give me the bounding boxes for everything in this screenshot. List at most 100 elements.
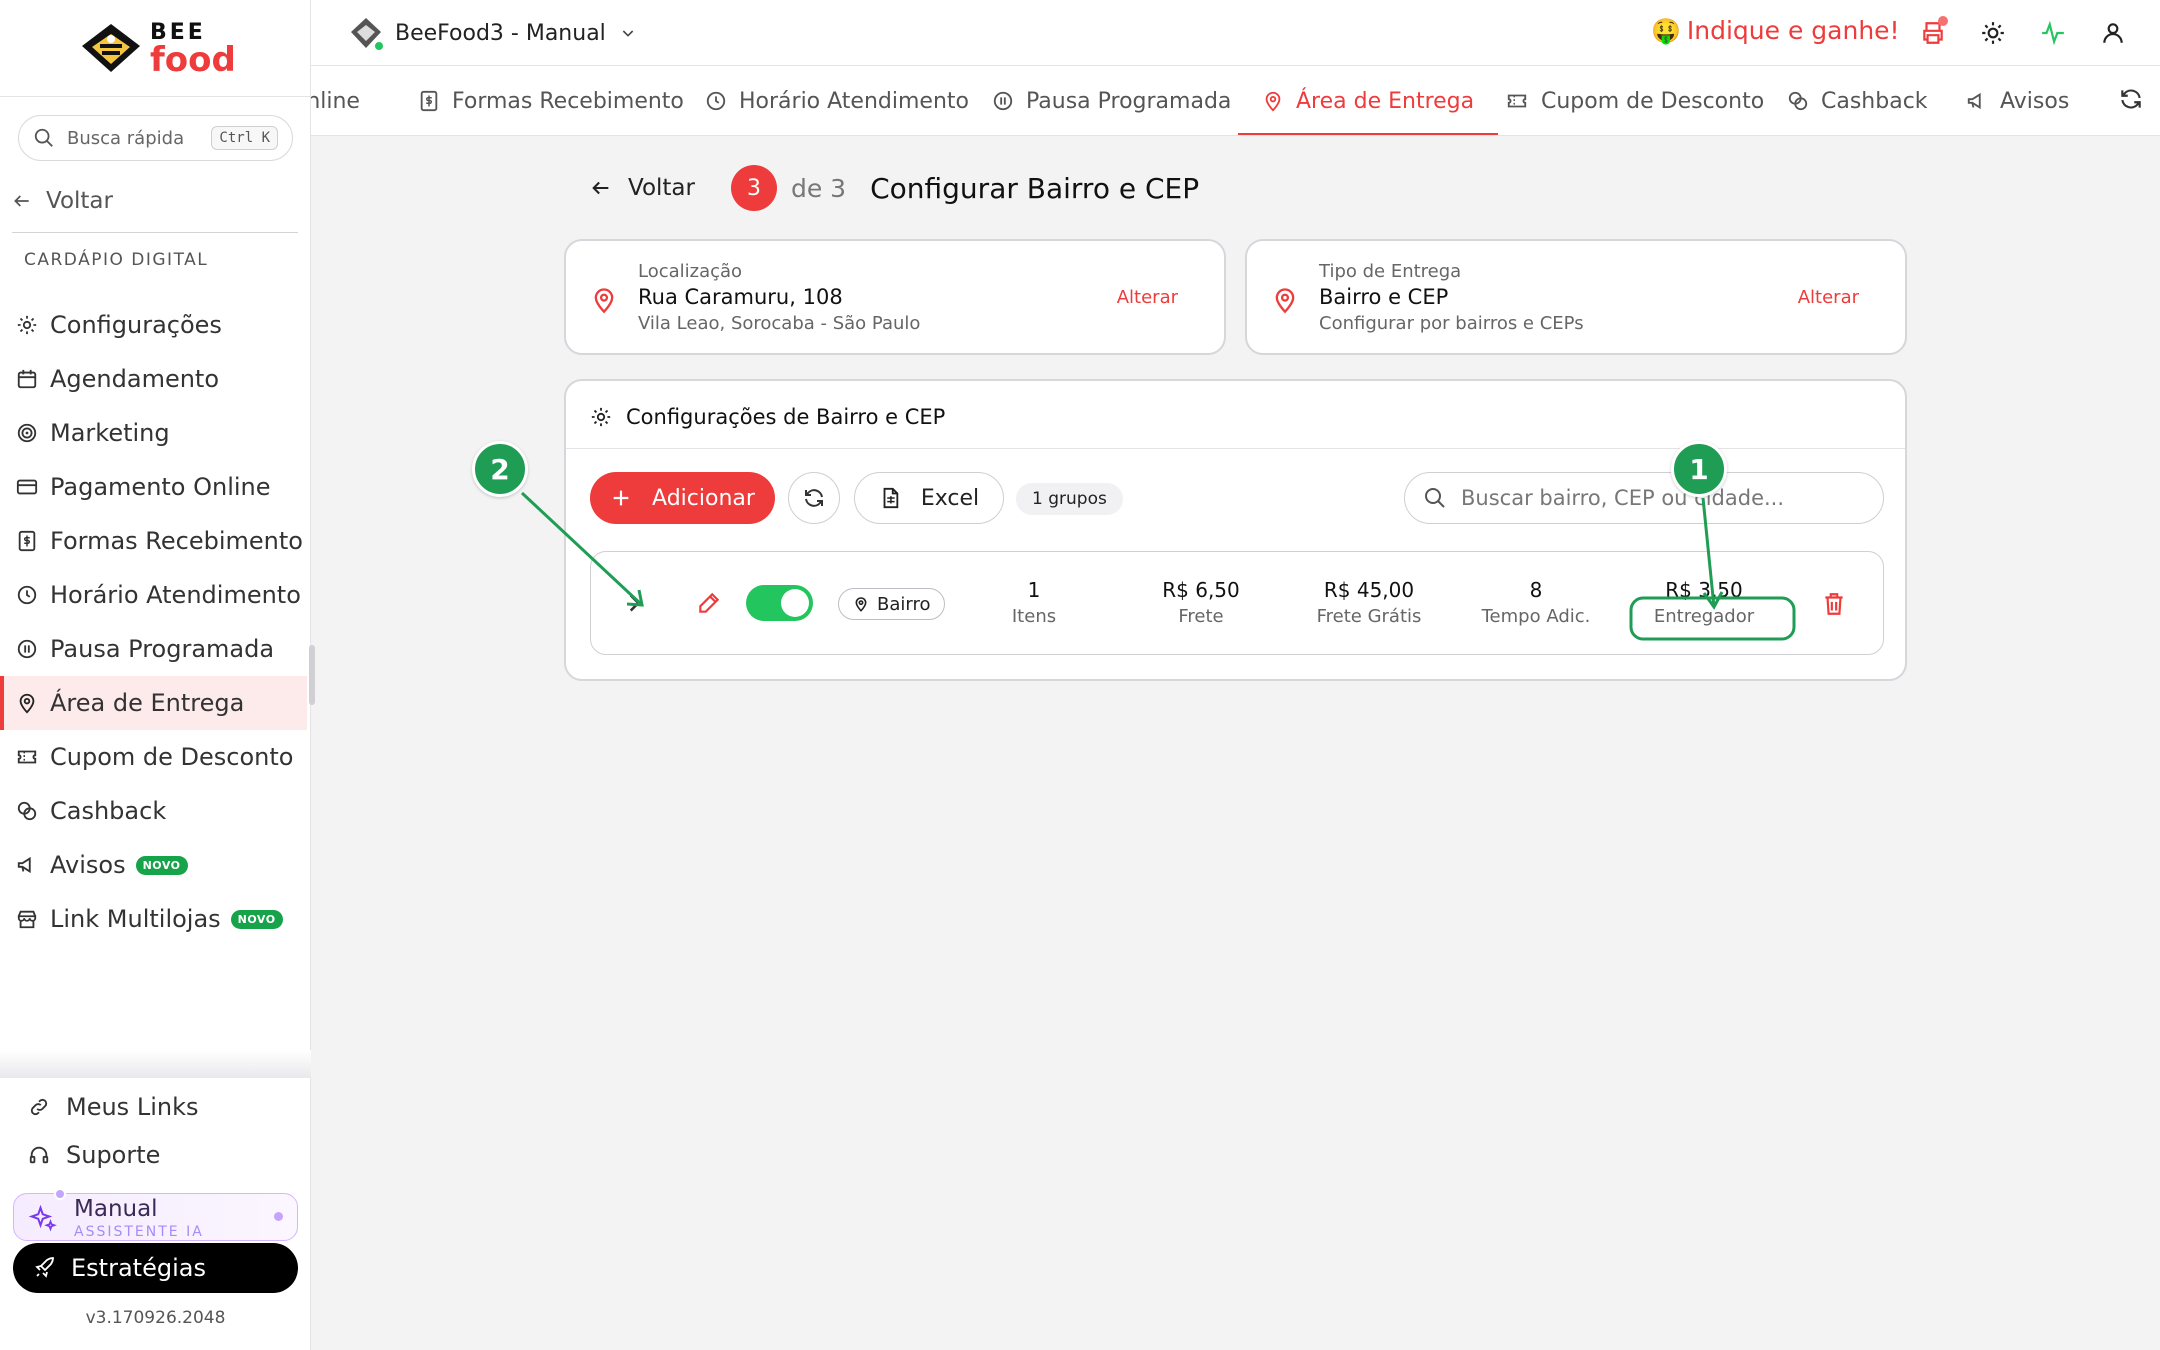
sidebar-item-agendamento[interactable]: Agendamento [0,352,311,406]
coins-icon [1788,91,1808,111]
top-actions [1918,16,2128,48]
group-enabled-toggle[interactable] [746,585,813,621]
sidebar-item-pagamento-online[interactable]: Pagamento Online [0,460,311,514]
tab-online[interactable]: Online [311,66,360,135]
spreadsheet-file-icon [883,487,899,509]
bee-logo-icon [82,24,140,72]
reload-button[interactable] [788,472,840,524]
sidebar-item-label: Agendamento [50,365,220,393]
location-card: Localização Rua Caramuru, 108 Vila Leao,… [564,239,1226,355]
annotation-marker-1: 1 [1671,441,1727,497]
sidebar-item-formas-recebimento[interactable]: Formas Recebimento [0,514,311,568]
map-pin-icon [594,288,614,314]
printer-button[interactable] [1918,16,1948,48]
stat-value: R$ 3,50 [1665,578,1743,602]
search-placeholder: Buscar bairro, CEP ou cidade... [1461,486,1785,510]
tab-formas-recebimento[interactable]: Formas Recebimento [418,66,684,135]
sidebar-item-label: Marketing [50,419,170,447]
theme-toggle-button[interactable] [1978,18,2008,48]
location-label: Localização [638,261,743,282]
tab-horario-atendimento[interactable]: Horário Atendimento [705,66,969,135]
store-icon [17,910,37,929]
sidebar-item-marketing[interactable]: Marketing [0,406,311,460]
map-pin-icon [1275,288,1295,314]
neighborhood-search-input[interactable]: Buscar bairro, CEP ou cidade... [1404,472,1884,524]
settings-tabs: Online Formas Recebimento Horário Atendi… [311,66,2160,136]
user-menu-button[interactable] [2098,18,2128,48]
add-label: Adicionar [652,485,755,511]
sidebar-item-label: Pausa Programada [50,635,275,663]
headset-icon [29,1146,49,1164]
sidebar-item-cupom-de-desconto[interactable]: Cupom de Desconto [0,730,311,784]
stat-value: R$ 45,00 [1323,578,1415,602]
suporte-link[interactable]: Suporte [0,1131,311,1179]
excel-button[interactable]: Excel [854,472,1004,524]
online-status-dot [373,40,385,52]
sidebar-item-label: Cashback [50,797,167,825]
credit-card-icon [16,479,38,495]
arrow-left-icon [14,195,29,207]
activity-button[interactable] [2038,18,2068,48]
tab-avisos[interactable]: Avisos [1966,66,2069,135]
stat-label: Entregador [1653,606,1755,627]
sidebar-item-pausa-programada[interactable]: Pausa Programada [0,622,311,676]
tab-label: Horário Atendimento [739,88,969,114]
gear-icon [591,407,611,427]
map-pin-icon [855,597,867,612]
sidebar-item-horario-atendimento[interactable]: Horário Atendimento [0,568,311,622]
back-button[interactable]: Voltar [590,175,695,201]
tab-pausa-programada[interactable]: Pausa Programada [992,66,1231,135]
chevron-down-icon [622,30,634,37]
tab-area-de-entrega[interactable]: Área de Entrega [1237,66,1499,135]
location-address: Rua Caramuru, 108 [638,285,843,309]
chevron-right-icon[interactable] [621,590,647,616]
type-badge: Bairro [838,588,946,620]
tab-label: Formas Recebimento [452,88,684,114]
config-title: Configurações de Bairro e CEP [626,405,946,429]
stat-label: Itens [1011,606,1057,627]
beefood-logo[interactable]: BEE food [80,20,240,80]
change-location-button[interactable]: Alterar [1117,287,1178,308]
sidebar-item-avisos[interactable]: Avisos NOVO [0,838,311,892]
groups-count-badge: 1 grupos [1016,483,1123,515]
shortcut-hint: Ctrl K [211,126,278,150]
strategies-button[interactable]: Estratégias [13,1243,298,1293]
back-label: Voltar [628,175,695,201]
ticket-icon [17,750,37,764]
sidebar-item-label: Cupom de Desconto [50,743,294,771]
sidebar-item-link-multilojas[interactable]: Link Multilojas NOVO [0,892,311,946]
tab-label: Cupom de Desconto [1541,88,1765,114]
store-selector[interactable]: BeeFood3 - Manual [349,16,636,52]
meus-links-label: Meus Links [66,1093,199,1121]
sidebar-item-area-de-entrega[interactable]: Área de Entrega [0,676,307,730]
neighborhood-group-row[interactable]: Bairro 1 Itens R$ 6,50 Frete R$ 45,00 Fr… [590,551,1884,655]
sidebar-item-configuracoes[interactable]: Configurações [0,298,311,352]
tab-cupom-de-desconto[interactable]: Cupom de Desconto [1505,66,1765,135]
sidebar-scrollbar[interactable] [309,645,315,705]
search-icon [1425,488,1445,508]
new-badge: NOVO [135,855,188,875]
add-button[interactable]: Adicionar [590,472,775,524]
change-delivery-type-button[interactable]: Alterar [1798,287,1859,308]
money-face-emoji: 🤑 [1651,16,1681,45]
referral-link[interactable]: 🤑 Indique e ganhe! [1651,16,1900,45]
stat-value: R$ 6,50 [1162,578,1240,602]
trash-icon[interactable] [1821,590,1847,618]
sparkles-icon [28,1204,57,1232]
tab-cashback[interactable]: Cashback [1787,66,1928,135]
stat-label: Frete [1178,606,1224,627]
quick-search[interactable]: Busca rápida Ctrl K [18,115,293,161]
meus-links-link[interactable]: Meus Links [0,1083,311,1131]
pencil-icon[interactable] [696,590,722,616]
tab-label: Área de Entrega [1296,88,1475,114]
new-badge: NOVO [230,909,283,929]
notification-dot [54,1188,66,1200]
stat-value: 8 [1529,578,1543,602]
ai-assistant-button[interactable]: Manual ASSISTENTE IA [13,1188,298,1241]
refresh-button[interactable] [2118,86,2144,116]
sidebar-back-button[interactable]: Voltar [12,188,113,214]
tab-label: Online [311,88,360,114]
sidebar-nav: Configurações Agendamento Marketing Paga… [0,298,311,946]
sidebar-item-cashback[interactable]: Cashback [0,784,311,838]
brand-line2: food [150,40,236,80]
